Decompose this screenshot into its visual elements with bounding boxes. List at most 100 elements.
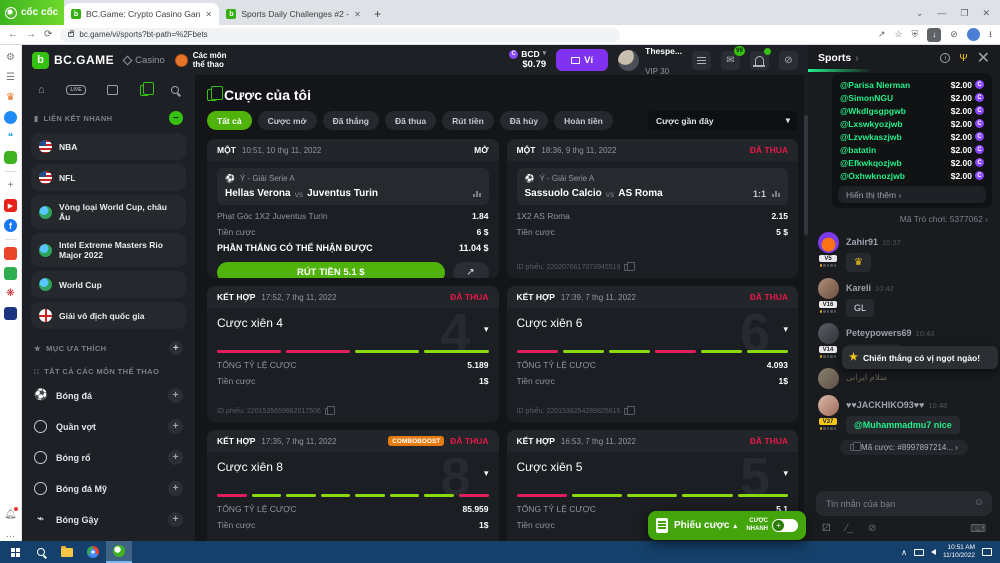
sidebar-sport-basketball[interactable]: Bóng rổ+ [22,442,195,473]
chat-username[interactable]: Peteypowers69 [846,328,912,338]
alerts-bell-icon[interactable]: 🔔︎ [4,508,17,521]
filter-refund[interactable]: Hoàn tiền [554,111,613,130]
games-icon[interactable] [4,151,17,164]
filter-cancelled[interactable]: Đã hủy [500,111,548,130]
notifications-blocked-icon[interactable]: ⊘ [950,29,958,40]
sidebar-item-nfl[interactable]: NFL [31,164,186,191]
home-icon[interactable]: ⌂ [38,84,45,96]
start-button[interactable] [2,541,28,563]
copy-icon[interactable] [325,408,331,415]
stats-icon[interactable] [772,191,780,197]
tiki-icon[interactable] [4,247,17,260]
expand-caret-icon[interactable]: ▾ [484,468,489,479]
sidebar-item-nba[interactable]: NBA [31,133,186,160]
url-field[interactable]: bc.game/vi/sports?bt-path=%2Fbets [60,28,620,42]
expand-icon[interactable]: + [168,450,183,465]
bcgame-logo[interactable]: b BC.GAME [32,52,114,69]
bet-code-pill[interactable]: Mã cược: #8997897214... › [840,440,968,455]
taskbar-search-icon[interactable] [28,541,54,563]
schedule-icon[interactable] [107,85,118,95]
more-icon[interactable]: … [4,528,17,541]
expand-caret-icon[interactable]: ▾ [484,324,489,335]
chat-username[interactable]: Kareli [846,283,871,293]
sort-dropdown[interactable]: Cược gần đây▾ [648,111,798,130]
chat-username[interactable]: سلام ایرانی [846,368,887,389]
promotions-icon[interactable]: ⊘ [779,51,798,70]
shopee-icon[interactable] [4,267,17,280]
copy-icon[interactable] [624,408,630,415]
match-panel[interactable]: ⚽Ý - Giải Serie A Hellas Verona vs Juven… [217,168,489,205]
sidebar-item-national-league[interactable]: Giải vô địch quốc gia [31,302,186,329]
clock[interactable]: 10:51 AM 11/10/2022 [943,544,975,561]
chat-tab-sports[interactable]: Sports [818,52,851,64]
dice-icon[interactable]: ⚂ [822,523,831,534]
trophy-icon[interactable]: Ψ [959,53,967,64]
settings-gear-icon[interactable]: ⚙ [4,51,17,64]
emoji-icon[interactable]: ☺ [974,497,984,508]
add-favorite-button[interactable]: + [169,341,183,355]
browser-tab-challenges[interactable]: b Sports Daily Challenges #2 - ✕ [219,3,368,25]
maximize-button[interactable]: ❐ [960,8,968,19]
new-tab-button[interactable]: + [374,7,381,21]
expand-icon[interactable]: + [168,388,183,403]
crown-deals-icon[interactable]: ♛ [4,91,17,104]
bookmark-star-icon[interactable]: ☆ [894,29,902,40]
expand-caret-icon[interactable]: ▾ [783,324,788,335]
chat-username[interactable]: ♥♥JACKHIKO93♥♥ [846,400,924,410]
menu-list-icon[interactable] [692,51,711,70]
wallet-button[interactable]: Ví [556,49,608,71]
bird-chat-icon[interactable]: ❝ [4,131,17,144]
action-center-icon[interactable] [982,548,992,556]
nav-sports[interactable]: Các mônthể thao [175,51,227,69]
add-shortcut-icon[interactable]: + [4,179,17,192]
expand-icon[interactable]: + [168,512,183,527]
sidebar-sport-cricket[interactable]: ⌁Bóng Gậy+ [22,504,195,535]
balance-selector[interactable]: CBCD▾ $0.79 [509,49,546,71]
chevron-right-icon[interactable]: › [855,53,858,64]
tab-search-icon[interactable]: ⌄ [916,8,924,19]
download-active-icon[interactable]: ↓ [927,28,941,42]
sidebar-item-iem-rio[interactable]: Intel Extreme Masters Rio Major 2022 [31,233,186,267]
quick-bet-toggle[interactable]: CƯỢCNHANH + [746,518,798,532]
back-icon[interactable]: ← [8,29,18,40]
share-icon[interactable]: ↗ [878,29,886,40]
avatar[interactable] [818,368,839,389]
chrome-icon[interactable] [80,541,106,563]
user-menu[interactable]: Thespe... VIP 30 [618,40,682,80]
sidebar-sport-football[interactable]: ⚽Bóng đá+ [22,380,195,411]
network-icon[interactable] [914,549,924,556]
filter-lost[interactable]: Đã thua [385,111,436,130]
betslip-button[interactable]: Phiếu cược▴ CƯỢCNHANH + [648,511,806,540]
live-icon[interactable]: LIVE [66,85,85,95]
downloads-tray-icon[interactable]: ⭳ [989,27,992,43]
messenger-icon[interactable] [4,111,17,124]
close-button[interactable]: ✕ [982,8,990,19]
youtube-icon[interactable]: ▶ [4,199,17,212]
expand-icon[interactable]: + [168,481,183,496]
keyboard-icon[interactable]: ⌨ [970,522,986,535]
filter-open[interactable]: Cược mở [258,111,317,130]
sidebar-item-wc-qualifiers[interactable]: Vòng loại World Cup, châu Âu [31,195,186,229]
my-bets-icon[interactable] [140,85,149,96]
minimize-button[interactable]: — [937,8,946,19]
nav-casino[interactable]: Casino [124,55,165,66]
chat-scroll-area[interactable]: @Parisa Nierman$2.00C @SimonNGU$2.00C @W… [808,71,1000,485]
slash-commands-icon[interactable]: ⁄_ [846,523,853,534]
mail-icon[interactable]: ✉99 [721,51,740,70]
avatar[interactable] [818,232,839,253]
forward-icon[interactable]: → [26,29,36,40]
share-bet-button[interactable]: ↗ [453,262,489,278]
volume-icon[interactable] [931,549,936,555]
coccoc-taskbar-icon[interactable] [106,541,132,563]
stats-icon[interactable] [473,191,481,197]
badminton-icon[interactable]: ❋ [4,287,17,300]
filter-cashout[interactable]: Rút tiền [442,111,494,130]
file-explorer-icon[interactable] [54,541,80,563]
expand-icon[interactable]: + [168,419,183,434]
search-icon[interactable] [171,86,179,94]
info-icon[interactable]: i [940,53,950,63]
avatar[interactable] [818,323,839,344]
shield-icon[interactable]: ⛨ [912,29,919,40]
avatar[interactable] [818,395,839,416]
notifications-bell-icon[interactable] [750,51,769,70]
